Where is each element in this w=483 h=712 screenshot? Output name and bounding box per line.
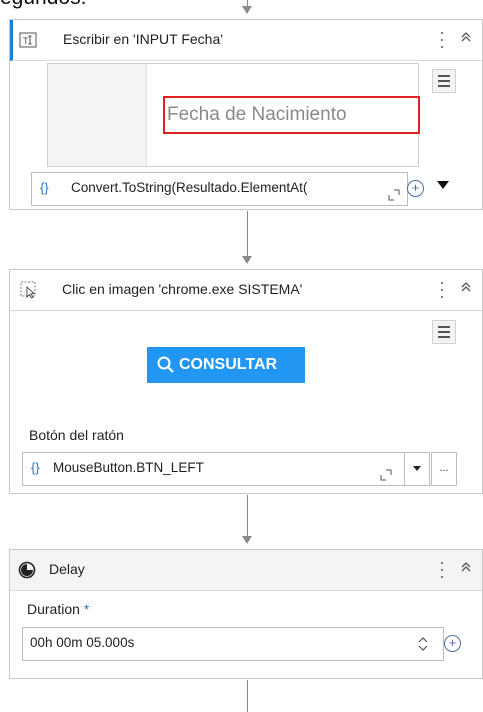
type-into-icon: T — [19, 31, 37, 49]
activity-header[interactable]: Clic en imagen 'chrome.exe SISTEMA' — [10, 270, 482, 311]
expand-editor-icon[interactable] — [380, 462, 392, 481]
hamburger-menu-icon[interactable] — [432, 320, 456, 344]
activity-header[interactable]: Delay — [10, 550, 482, 591]
activity-title: Escribir en 'INPUT Fecha' — [63, 31, 223, 47]
hamburger-menu-icon[interactable] — [432, 69, 456, 93]
expand-editor-icon[interactable] — [388, 182, 400, 201]
expression-text: Convert.ToString(Resultado.ElementAt( — [71, 180, 308, 195]
collapse-icon[interactable] — [458, 30, 474, 48]
connector-line — [247, 211, 248, 257]
preview-consultar-button: CONSULTAR — [147, 347, 305, 383]
svg-text:T: T — [23, 36, 29, 46]
connector-line — [247, 495, 248, 537]
connector-line — [247, 680, 248, 712]
text-expression-field[interactable]: {} Convert.ToString(Resultado.ElementAt( — [31, 172, 408, 206]
preview-input-box: Fecha de Nacimiento — [163, 96, 420, 134]
duration-label-text: Duration — [27, 601, 80, 617]
click-image-icon — [20, 281, 38, 299]
connector-arrow — [242, 6, 252, 14]
dropdown-arrow-icon[interactable] — [437, 181, 449, 189]
duration-field[interactable]: 00h 00m 05.000s — [22, 627, 444, 661]
connector-arrow — [242, 536, 252, 544]
activity-header[interactable]: T Escribir en 'INPUT Fecha' — [10, 20, 482, 61]
add-variable-icon[interactable]: + — [407, 180, 424, 197]
more-options-icon[interactable] — [438, 29, 446, 51]
mouse-button-value: MouseButton.BTN_LEFT — [53, 460, 204, 475]
collapse-icon[interactable] — [458, 280, 474, 298]
required-mark: * — [83, 601, 90, 617]
mouse-button-label: Botón del ratón — [29, 427, 124, 443]
more-button[interactable]: ... — [431, 452, 457, 486]
chevron-down-icon — [413, 466, 421, 471]
preview-input-text: Fecha de Nacimiento — [167, 104, 347, 125]
consultar-label: CONSULTAR — [179, 356, 278, 373]
search-icon — [157, 356, 174, 373]
duration-value: 00h 00m 05.000s — [30, 635, 135, 650]
ellipsis-label: ... — [439, 462, 449, 474]
activity-delay[interactable]: Delay Duration * 00h 00m 05.000s + — [9, 549, 483, 679]
partial-top-text: egundos. — [0, 0, 86, 10]
activity-click-image[interactable]: Clic en imagen 'chrome.exe SISTEMA' CONS… — [9, 269, 483, 494]
more-options-icon[interactable] — [438, 559, 446, 581]
curly-braces-icon: {} — [31, 460, 40, 475]
curly-braces-icon: {} — [40, 180, 49, 195]
add-variable-icon[interactable]: + — [444, 635, 461, 652]
mouse-button-field[interactable]: {} MouseButton.BTN_LEFT — [22, 452, 407, 486]
collapse-icon[interactable] — [458, 560, 474, 578]
duration-label: Duration * — [27, 601, 89, 617]
spinner-icon[interactable] — [417, 634, 429, 652]
more-options-icon[interactable] — [438, 279, 446, 301]
connector-arrow — [242, 256, 252, 264]
mouse-button-dropdown[interactable] — [404, 452, 430, 486]
activity-title: Clic en imagen 'chrome.exe SISTEMA' — [62, 281, 303, 297]
activity-title: Delay — [49, 561, 85, 577]
element-preview: Fecha de Nacimiento — [47, 63, 420, 167]
activity-type-into[interactable]: T Escribir en 'INPUT Fecha' Fecha de Nac… — [9, 19, 483, 210]
clock-icon — [18, 561, 36, 579]
preview-left-panel — [48, 64, 147, 166]
